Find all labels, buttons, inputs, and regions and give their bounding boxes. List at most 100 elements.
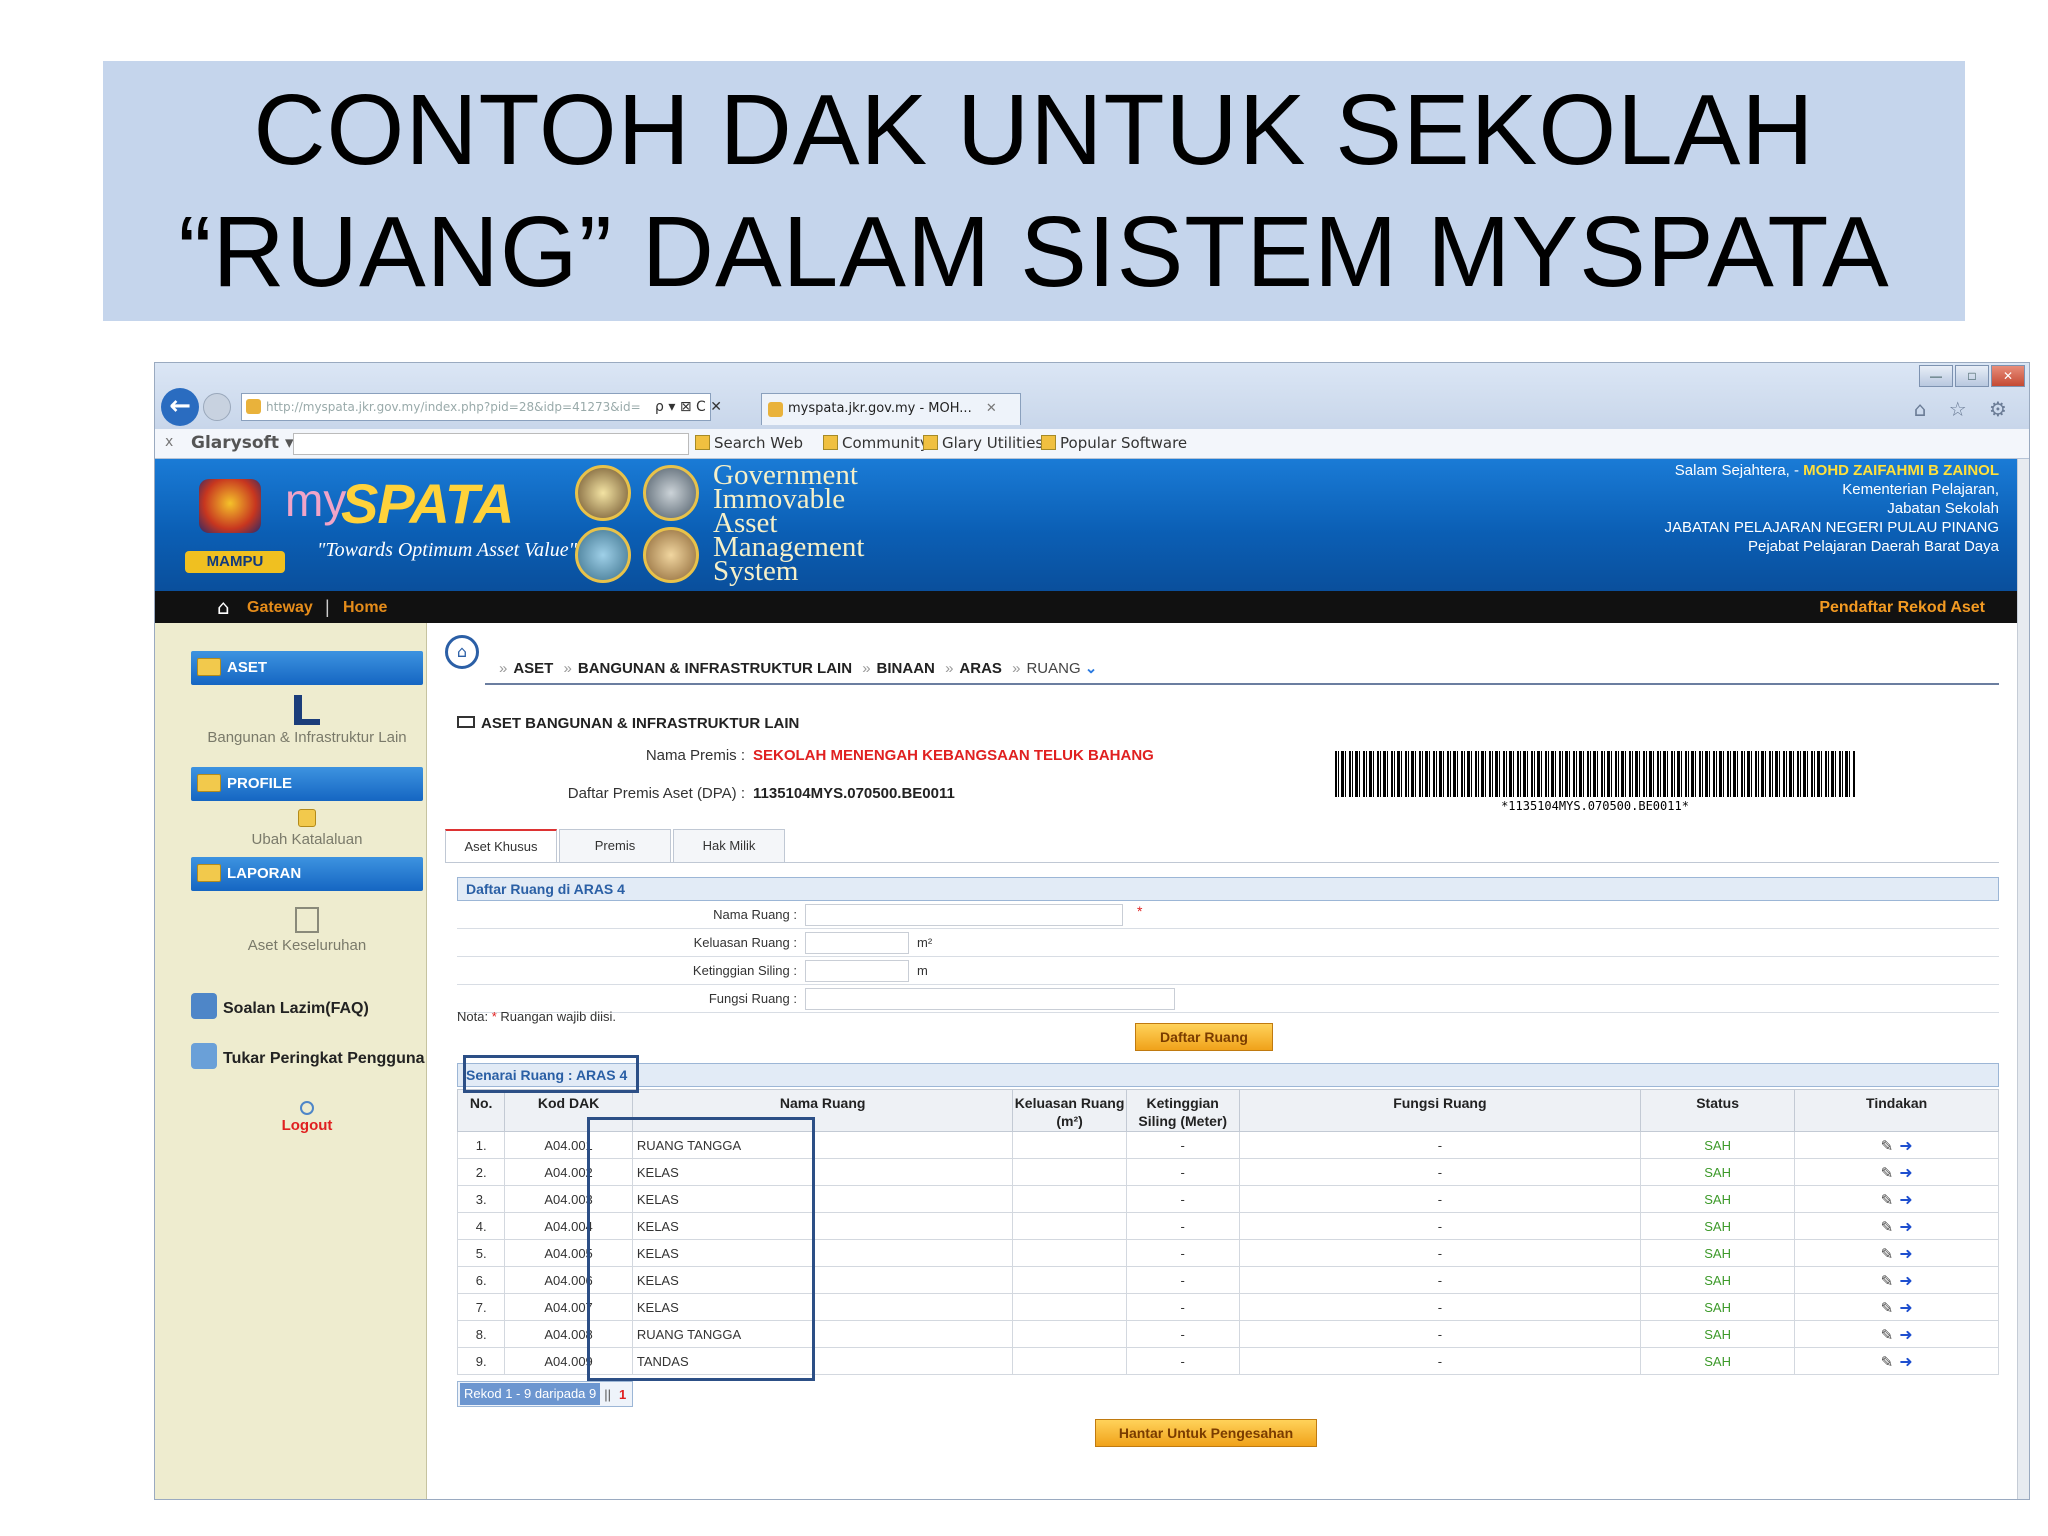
arrow-right-icon[interactable]: ➜ xyxy=(1899,1325,1912,1344)
arrow-right-icon[interactable]: ➜ xyxy=(1899,1244,1912,1263)
toolbar-search-web[interactable]: Search Web xyxy=(695,434,803,452)
address-text: http://myspata.jkr.gov.my/index.php?pid=… xyxy=(266,400,641,414)
arrow-right-icon[interactable]: ➜ xyxy=(1899,1163,1912,1182)
sidebar-item-bangunan[interactable]: Bangunan & Infrastruktur Lain xyxy=(191,695,423,746)
breadcrumb-item[interactable]: ARAS xyxy=(959,660,1002,677)
ketinggian-input[interactable] xyxy=(805,960,909,982)
cell-tindakan: ✎ ➜ xyxy=(1794,1266,1999,1294)
keluasan-label: Keluasan Ruang : xyxy=(693,935,797,950)
breadcrumb-item[interactable]: BINAAN xyxy=(877,660,935,677)
forward-button[interactable] xyxy=(203,393,231,421)
photo-circle-1 xyxy=(575,465,631,521)
sidebar-header-profile[interactable]: PROFILE xyxy=(191,767,423,801)
sidebar-link-tukar[interactable]: Tukar Peringkat Pengguna xyxy=(191,1043,425,1069)
arrow-right-icon[interactable]: ➜ xyxy=(1899,1136,1912,1155)
toolbar-brand[interactable]: Glarysoft ▾ xyxy=(191,433,294,453)
report-icon xyxy=(295,907,319,933)
home-circle-icon[interactable]: ⌂ xyxy=(445,635,479,669)
sidebar: ASET Bangunan & Infrastruktur Lain PROFI… xyxy=(155,623,427,1499)
keluasan-input[interactable] xyxy=(805,932,909,954)
pencil-icon[interactable]: ✎ xyxy=(1881,1245,1894,1263)
minimize-icon[interactable]: — xyxy=(1919,365,1953,387)
cell-fungsi: - xyxy=(1238,1131,1641,1159)
arrow-right-icon[interactable]: ➜ xyxy=(1899,1190,1912,1209)
hantar-pengesahan-button[interactable]: Hantar Untuk Pengesahan xyxy=(1095,1419,1317,1447)
pencil-icon[interactable]: ✎ xyxy=(1881,1218,1894,1236)
breadcrumb-item[interactable]: BANGUNAN & INFRASTRUKTUR LAIN xyxy=(578,660,852,677)
sidebar-header-label: LAPORAN xyxy=(227,865,302,882)
chevron-down-icon[interactable]: ⌄ xyxy=(1085,660,1098,677)
nama-ruang-input[interactable] xyxy=(805,904,1123,926)
address-controls[interactable]: ρ ▾ ⊠ C ✕ xyxy=(655,393,722,421)
sidebar-header-label: ASET xyxy=(227,659,268,676)
premis-nama-label: Nama Premis : xyxy=(645,747,745,764)
barcode-image xyxy=(1335,751,1855,797)
toolbar-item-label: Glary Utilities xyxy=(942,434,1044,452)
nav-pendaftar[interactable]: Pendaftar Rekod Aset xyxy=(1819,599,1985,617)
tab-premis[interactable]: Premis xyxy=(559,829,671,863)
toolbar-close-icon[interactable]: x xyxy=(165,434,173,450)
folder-icon xyxy=(197,774,221,792)
pencil-icon[interactable]: ✎ xyxy=(1881,1272,1894,1290)
pencil-icon[interactable]: ✎ xyxy=(1881,1164,1894,1182)
cell-fungsi: - xyxy=(1238,1293,1641,1321)
home-icon[interactable]: ⌂ xyxy=(217,595,239,619)
keluasan-unit: m² xyxy=(917,935,933,950)
browser-home-fav-settings-icons[interactable]: ⌂ ☆ ⚙ xyxy=(1914,397,2015,421)
browser-tab[interactable]: myspata.jkr.gov.my - MOH... ✕ xyxy=(761,393,1021,425)
logo-my: my xyxy=(285,474,347,526)
highlight-box-nama-ruang xyxy=(587,1117,815,1381)
toolbar-search-input[interactable] xyxy=(293,433,689,455)
sidebar-header-laporan[interactable]: LAPORAN xyxy=(191,857,423,891)
pencil-icon[interactable]: ✎ xyxy=(1881,1299,1894,1317)
cell-tindakan: ✎ ➜ xyxy=(1794,1212,1999,1240)
toolbar-popular-software[interactable]: Popular Software xyxy=(1041,434,1187,452)
cell-keluasan xyxy=(1012,1239,1127,1267)
cell-status: SAH xyxy=(1639,1293,1796,1321)
toolbar-community[interactable]: Community xyxy=(823,434,929,452)
window-close-icon[interactable]: ✕ xyxy=(1991,365,2025,387)
pencil-icon[interactable]: ✎ xyxy=(1881,1191,1894,1209)
user-greeting-line: Salam Sejahtera, - MOHD ZAIFAHMI B ZAINO… xyxy=(1664,461,1999,480)
sidebar-link-faq[interactable]: Soalan Lazim(FAQ) xyxy=(191,993,369,1019)
sidebar-header-aset[interactable]: ASET xyxy=(191,651,423,685)
sidebar-item-ubah-katalaluan[interactable]: Ubah Katalaluan xyxy=(191,809,423,848)
pencil-icon[interactable]: ✎ xyxy=(1881,1137,1894,1155)
greeting: Salam Sejahtera, - xyxy=(1674,462,1804,479)
nav-home[interactable]: Home xyxy=(343,599,387,617)
toolbar-item-label: Community xyxy=(842,434,929,452)
nav-gateway[interactable]: Gateway xyxy=(247,599,313,617)
pencil-icon[interactable]: ✎ xyxy=(1881,1326,1894,1344)
sidebar-item-aset-keseluruhan[interactable]: Aset Keseluruhan xyxy=(191,907,423,954)
form-row-keluasan: Keluasan Ruang : m² xyxy=(457,929,1999,957)
logout-link[interactable]: Logout xyxy=(191,1101,423,1134)
cell-no: 8. xyxy=(456,1320,506,1348)
nav-strip: ⌂ Gateway | Home Pendaftar Rekod Aset xyxy=(155,591,2019,623)
pager-page-1[interactable]: 1 xyxy=(613,1387,632,1402)
tab-hak-milik[interactable]: Hak Milik xyxy=(673,829,785,863)
cell-keluasan xyxy=(1012,1266,1127,1294)
breadcrumb-item[interactable]: ASET xyxy=(513,660,553,677)
tab-close-icon[interactable]: ✕ xyxy=(986,401,997,416)
tab-bar: Aset Khusus Premis Hak Milik xyxy=(445,829,787,863)
arrow-right-icon[interactable]: ➜ xyxy=(1899,1352,1912,1371)
back-arrow-icon[interactable]: ← xyxy=(161,388,199,426)
arrow-right-icon[interactable]: ➜ xyxy=(1899,1271,1912,1290)
tab-aset-khusus[interactable]: Aset Khusus xyxy=(445,829,557,863)
form-row-fungsi: Fungsi Ruang : xyxy=(457,985,1999,1013)
cell-no: 3. xyxy=(456,1185,506,1213)
fungsi-input[interactable] xyxy=(805,988,1175,1010)
maximize-icon[interactable]: □ xyxy=(1955,365,1989,387)
arrow-right-icon[interactable]: ➜ xyxy=(1899,1298,1912,1317)
logout-label: Logout xyxy=(281,1117,333,1134)
list-panel-title: Senarai Ruang : ARAS 4 xyxy=(457,1063,1999,1087)
pencil-icon[interactable]: ✎ xyxy=(1881,1353,1894,1371)
address-bar[interactable]: http://myspata.jkr.gov.my/index.php?pid=… xyxy=(241,393,711,421)
browser-screenshot: ← http://myspata.jkr.gov.my/index.php?pi… xyxy=(154,362,2030,1500)
arrow-right-icon[interactable]: ➜ xyxy=(1899,1217,1912,1236)
cell-fungsi: - xyxy=(1238,1212,1641,1240)
vertical-scrollbar[interactable] xyxy=(2017,459,2029,1499)
daftar-ruang-button[interactable]: Daftar Ruang xyxy=(1135,1023,1273,1051)
toolbar-glary-utilities[interactable]: Glary Utilities xyxy=(923,434,1043,452)
cell-keluasan xyxy=(1012,1347,1127,1375)
